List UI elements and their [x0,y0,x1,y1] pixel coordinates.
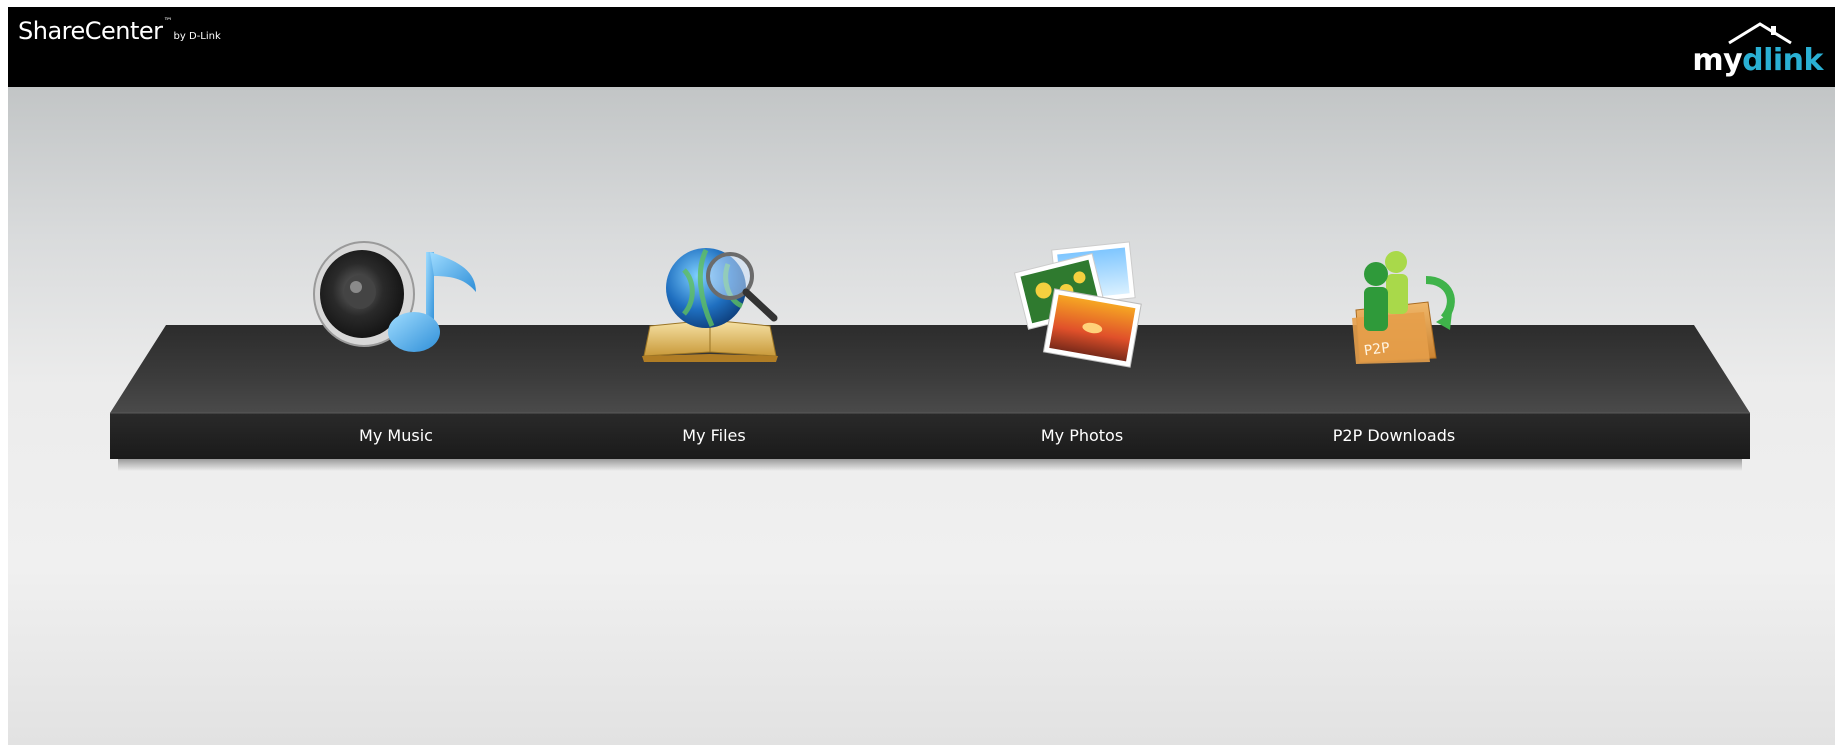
app-label: P2P Downloads [1332,426,1456,445]
mydlink-wordmark: mydlink [1692,43,1823,78]
mydlink-logo[interactable]: mydlink [1688,13,1823,83]
globe-book-magnifier-icon [642,248,778,362]
music-speaker-icon [313,241,476,352]
sharecenter-logo: ShareCenter™by D-Link [18,17,221,45]
p2p-users-icon: P2P [1352,251,1455,364]
brand-by: by D-Link [173,31,221,42]
brand-name: ShareCenter [18,17,163,45]
house-roof-icon [1728,22,1792,45]
app-label: My Files [682,426,746,445]
app-label: My Photos [1040,426,1124,445]
app-my-music[interactable]: My Music [266,241,526,467]
app-my-photos[interactable]: My Photos [952,241,1212,467]
photo-stack-icon [1013,241,1142,368]
app-p2p-downloads[interactable]: P2P P2P Downloads [1264,251,1524,467]
app-label: My Music [359,426,433,445]
mydlink-my: my [1692,43,1743,78]
app-my-files[interactable]: My Files [584,248,844,467]
brand-trademark: ™ [163,17,173,27]
app-window: ShareCenter™by D-Link mydlink My Music M… [8,7,1835,745]
mydlink-dlink: dlink [1742,43,1823,78]
top-bar: ShareCenter™by D-Link mydlink [8,7,1835,87]
app-shelf: My Music My Files My Photos P2P P2P Down… [110,241,1750,471]
